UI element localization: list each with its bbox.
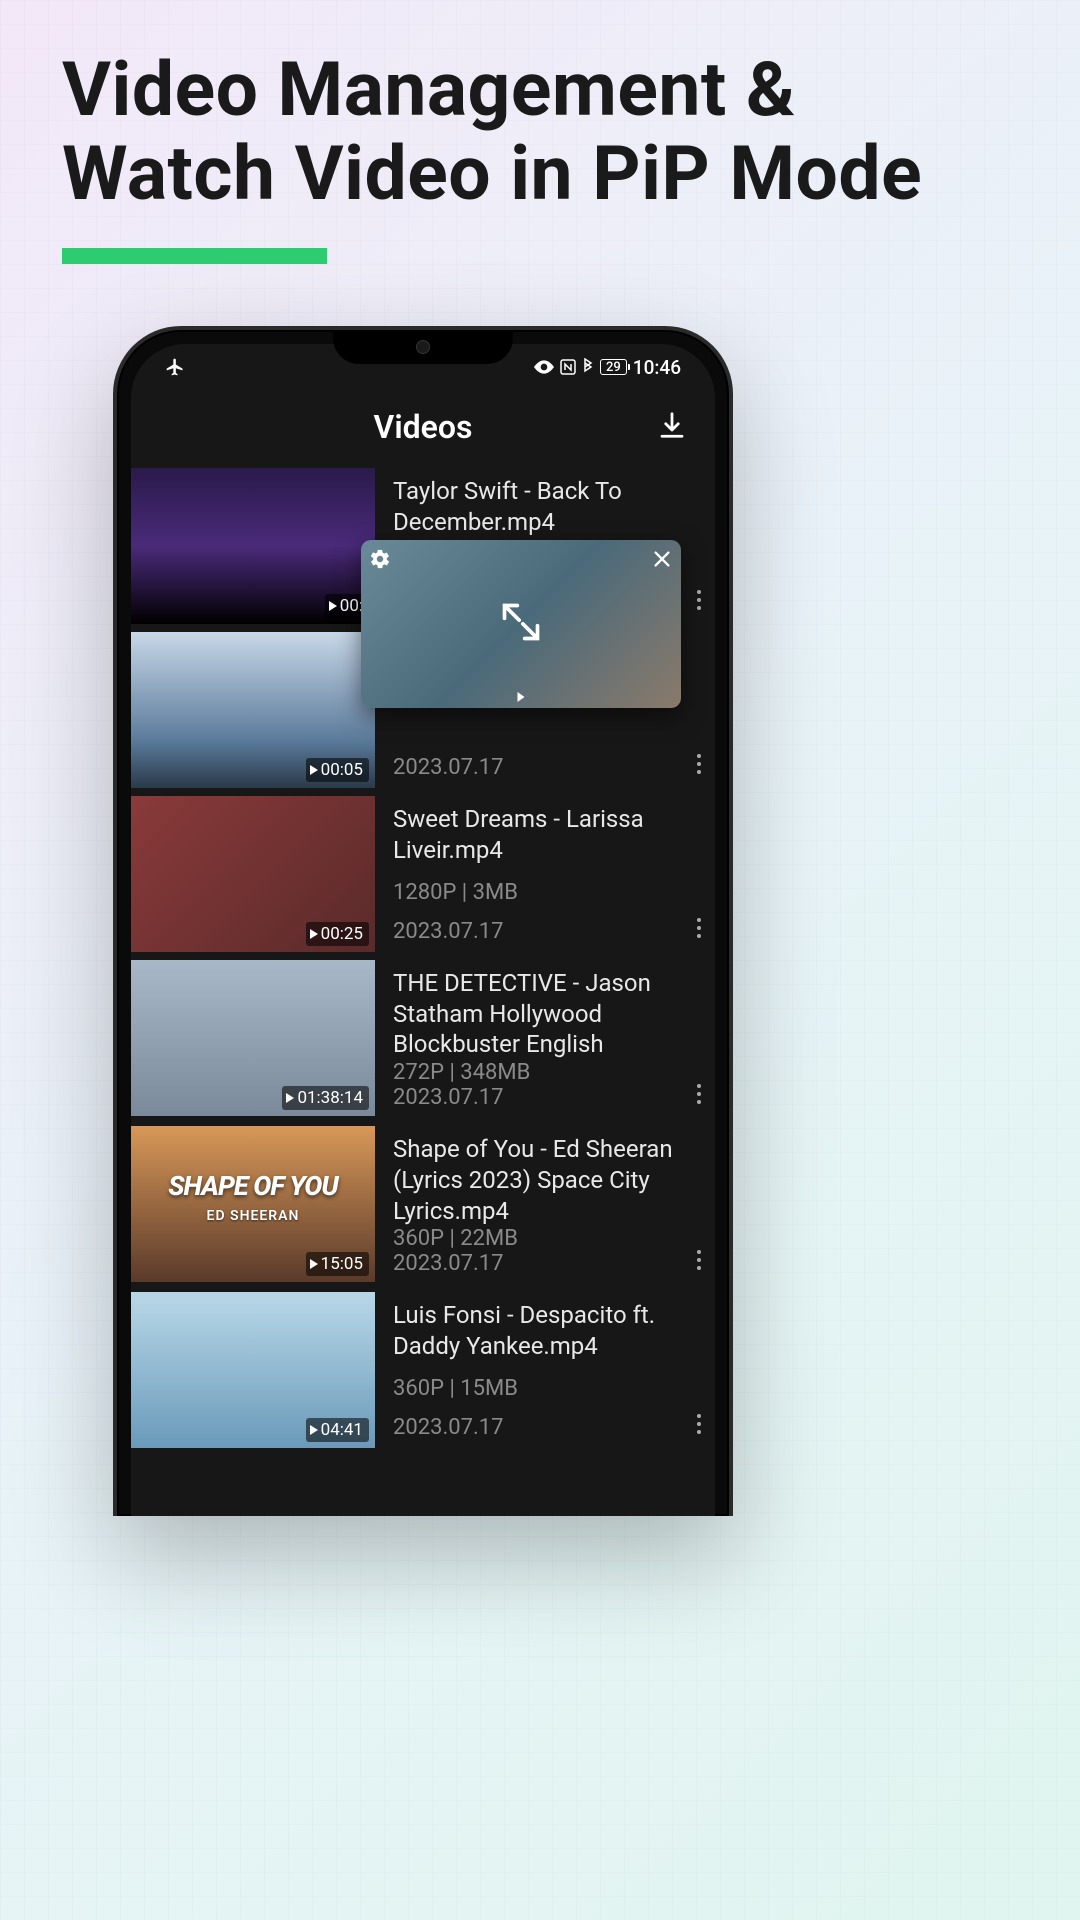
headline-line-2: Watch Video in PiP Mode	[62, 130, 922, 218]
video-meta: 360P | 22MB	[393, 1226, 677, 1251]
battery-indicator: 29	[600, 359, 627, 375]
video-resolution: 360P	[393, 1226, 444, 1251]
more-button[interactable]	[697, 1250, 701, 1270]
play-icon	[310, 1259, 318, 1269]
gear-icon[interactable]	[369, 548, 391, 574]
video-item[interactable]: 04:41 Luis Fonsi - Despacito ft. Daddy Y…	[131, 1288, 715, 1452]
phone-side-button	[731, 590, 733, 680]
duration-badge: 01:38:14	[282, 1086, 369, 1110]
play-icon	[310, 765, 318, 775]
duration-text: 04:41	[321, 1420, 363, 1440]
video-thumbnail[interactable]: SHAPE OF YOU ED SHEERAN 15:05	[131, 1126, 375, 1282]
bluetooth-icon	[582, 358, 594, 376]
play-icon[interactable]	[518, 692, 525, 702]
video-thumbnail[interactable]: 01:38:14	[131, 960, 375, 1116]
phone-side-button	[731, 870, 733, 1010]
video-thumbnail[interactable]: 00:05	[131, 632, 375, 788]
headline-underline	[62, 248, 327, 264]
thumb-overlay-title: SHAPE OF YOU	[131, 1170, 375, 1202]
airplane-icon	[165, 357, 185, 377]
more-button[interactable]	[697, 1084, 701, 1104]
video-thumbnail[interactable]: 04:41	[131, 1292, 375, 1448]
video-size: 348MB	[460, 1060, 530, 1085]
phone-side-button	[731, 710, 733, 850]
pip-window[interactable]	[361, 540, 681, 708]
duration-text: 15:05	[321, 1254, 363, 1274]
video-thumbnail[interactable]: 00:	[131, 468, 375, 624]
video-title: Shape of You - Ed Sheeran (Lyrics 2023) …	[393, 1134, 677, 1226]
duration-text: 00:25	[321, 924, 363, 944]
more-button[interactable]	[697, 754, 701, 774]
nfc-icon	[560, 359, 576, 375]
close-icon[interactable]	[651, 548, 673, 574]
duration-badge: 00:25	[306, 922, 369, 946]
video-thumbnail[interactable]: 00:25	[131, 796, 375, 952]
duration-text: 00:05	[321, 760, 363, 780]
video-item[interactable]: 01:38:14 THE DETECTIVE - Jason Statham H…	[131, 956, 715, 1122]
video-size: 22MB	[460, 1226, 518, 1251]
video-date: 2023.07.17	[393, 1251, 677, 1276]
download-button[interactable]	[657, 410, 687, 444]
page-title: Video Management & Watch Video in PiP Mo…	[62, 48, 1018, 216]
video-title: THE DETECTIVE - Jason Statham Hollywood …	[393, 968, 677, 1060]
duration-text: 01:38:14	[297, 1088, 363, 1108]
headline-line-1: Video Management &	[62, 46, 796, 134]
video-date: 2023.07.17	[393, 919, 677, 944]
phone-screen: 29 10:46 Videos 00: Taylor	[131, 344, 715, 1516]
video-meta: 272P | 348MB	[393, 1060, 677, 1085]
headline-block: Video Management & Watch Video in PiP Mo…	[0, 0, 1080, 264]
play-icon	[286, 1093, 294, 1103]
eye-icon	[534, 360, 554, 374]
video-date: 2023.07.17	[393, 1085, 677, 1110]
status-time: 10:46	[633, 356, 681, 379]
video-resolution: 272P	[393, 1060, 444, 1085]
thumb-overlay-sub: ED SHEERAN	[131, 1208, 375, 1224]
expand-icon[interactable]	[499, 600, 543, 648]
battery-level: 29	[606, 360, 621, 375]
duration-text: 00:	[340, 596, 363, 616]
more-button[interactable]	[697, 590, 701, 610]
play-icon	[310, 929, 318, 939]
video-item[interactable]: SHAPE OF YOU ED SHEERAN 15:05 Shape of Y…	[131, 1122, 715, 1288]
duration-badge: 04:41	[306, 1418, 369, 1442]
video-size: 15MB	[460, 1376, 518, 1401]
video-size: 3MB	[473, 880, 518, 905]
video-date: 2023.07.17	[393, 755, 677, 780]
more-button[interactable]	[697, 1414, 701, 1434]
duration-badge: 15:05	[306, 1252, 369, 1276]
video-date: 2023.07.17	[393, 1415, 677, 1440]
phone-notch	[333, 328, 513, 364]
app-header: Videos	[131, 390, 715, 464]
video-item[interactable]: 00:25 Sweet Dreams - Larissa Liveir.mp4 …	[131, 792, 715, 956]
phone-mock: 29 10:46 Videos 00: Taylor	[113, 326, 733, 1516]
video-resolution: 1280P	[393, 880, 456, 905]
video-title: Sweet Dreams - Larissa Liveir.mp4	[393, 804, 677, 865]
play-icon	[329, 601, 337, 611]
video-meta: 360P | 15MB	[393, 1376, 677, 1401]
video-title: Luis Fonsi - Despacito ft. Daddy Yankee.…	[393, 1300, 677, 1361]
play-icon	[310, 1425, 318, 1435]
screen-title: Videos	[374, 408, 473, 446]
video-resolution: 360P	[393, 1376, 444, 1401]
duration-badge: 00:05	[306, 758, 369, 782]
more-button[interactable]	[697, 918, 701, 938]
video-meta: 1280P | 3MB	[393, 880, 677, 905]
video-title: Taylor Swift - Back To December.mp4	[393, 476, 677, 537]
